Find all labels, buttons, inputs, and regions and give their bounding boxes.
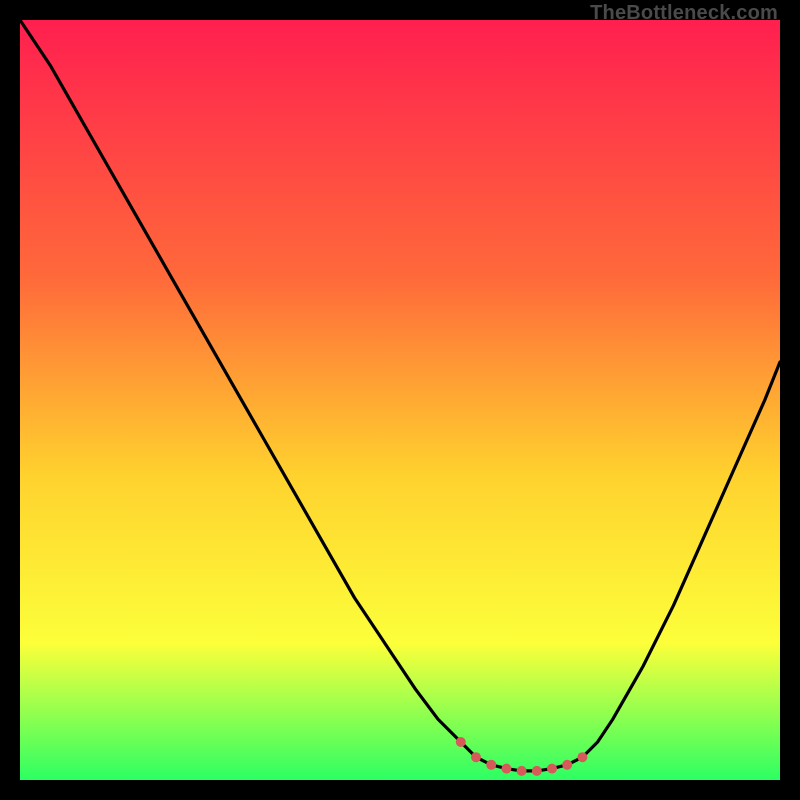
watermark-text: TheBottleneck.com [590,2,778,25]
curve-marker [547,764,557,774]
curve-marker [532,766,542,776]
chart-frame [20,20,780,780]
curve-marker [471,752,481,762]
curve-marker [486,760,496,770]
curve-marker [456,737,466,747]
curve-marker [562,760,572,770]
curve-marker [577,752,587,762]
curve-marker [517,766,527,776]
curve-marker [501,764,511,774]
bottleneck-chart [20,20,780,780]
